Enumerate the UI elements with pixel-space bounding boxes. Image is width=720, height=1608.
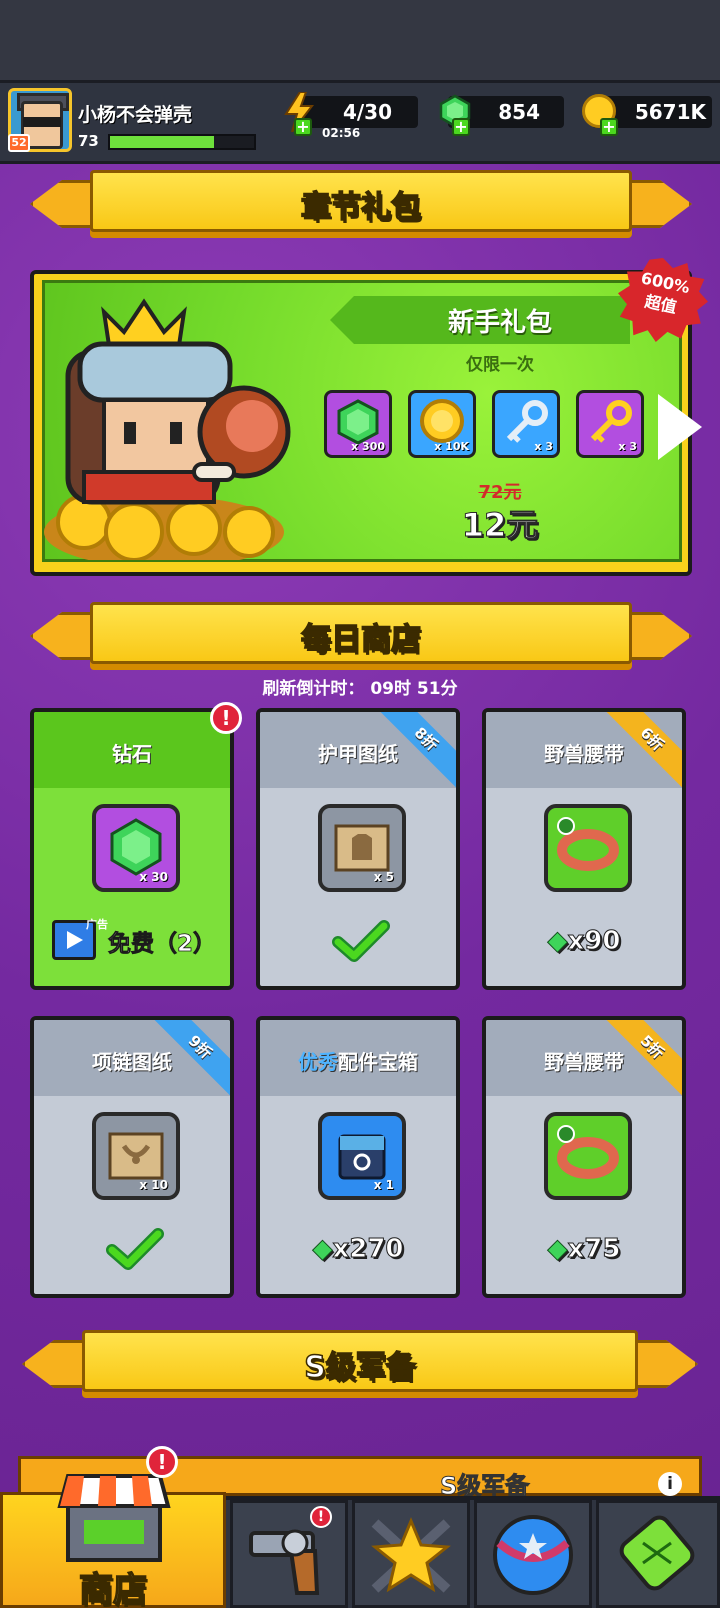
status-bar (0, 0, 720, 80)
card-price: ◆x270 (312, 1234, 404, 1265)
gift-subtitle: 仅限一次 (466, 355, 534, 375)
checkmark-icon (332, 920, 390, 962)
add-gems-button[interactable]: + (452, 118, 470, 136)
gem-value: 854 (498, 100, 540, 124)
add-coins-button[interactable]: + (600, 118, 618, 136)
hero-with-meat-illustration (44, 298, 291, 560)
card-qty: x 1 (373, 1178, 394, 1192)
beast-belt-icon (557, 1125, 619, 1179)
gift-item-count: x 3 (618, 440, 637, 453)
star-ball-icon (493, 1515, 573, 1595)
card-qty: x 10 (139, 1178, 168, 1192)
energy-timer: 02:56 (322, 126, 361, 140)
coin-value: 5671K (634, 100, 706, 124)
star-swords-icon (371, 1517, 451, 1593)
card-qty: x 30 (139, 870, 168, 884)
ad-tag: 广告 (86, 918, 108, 931)
gift-item-gem[interactable]: x 300 (324, 390, 392, 458)
shop-card-beast-belt-2[interactable]: 野兽腰带 ◆x75 5折 (482, 1016, 686, 1298)
nav-tab-events[interactable] (474, 1500, 592, 1608)
info-icon[interactable]: i (658, 1472, 682, 1496)
shop-alert-icon: ! (146, 1446, 178, 1478)
shop-card-accessory-chest[interactable]: 优秀配件宝箱 x 1 ◆x270 (256, 1016, 460, 1298)
card-item-slot: x 5 (318, 804, 406, 892)
gift-item-count: x 3 (534, 440, 553, 453)
card-item-slot: x 1 (318, 1112, 406, 1200)
card-item-slot: x 30 (92, 804, 180, 892)
gift-item-count: x 300 (351, 440, 385, 453)
gift-item-silver-key[interactable]: x 3 (492, 390, 560, 458)
checkmark-icon (106, 1228, 164, 1270)
gift-item-coin[interactable]: x 10K (408, 390, 476, 458)
beast-belt-icon (557, 817, 619, 871)
gift-item-count: x 10K (434, 440, 469, 453)
daily-shop-title: 每日商店 (300, 621, 422, 658)
card-price: ◆x75 (547, 1234, 621, 1265)
gift-title: 新手礼包 (447, 308, 552, 338)
shop-card-beast-belt[interactable]: 野兽腰带 ◆x90 6折 (482, 708, 686, 990)
nav-shop-label: 商店 (78, 1569, 148, 1608)
shop-card-armor-blueprint[interactable]: 护甲图纸 x 5 8折 (256, 708, 460, 990)
card-item-slot (544, 1112, 632, 1200)
card-name: 优秀配件宝箱 (298, 1050, 418, 1074)
gift-price-button[interactable]: 12元 (420, 500, 580, 546)
card-item-slot: x 10 (92, 1112, 180, 1200)
avatar-badge: 52 (8, 134, 30, 152)
energy-value: 4/30 (342, 100, 392, 124)
alert-icon: ! (210, 702, 242, 734)
nav-tab-battle[interactable] (352, 1500, 470, 1608)
s-gear-title: S级军备 (303, 1349, 416, 1386)
refresh-countdown: 刷新倒计时： 09时 51分 (262, 679, 458, 699)
card-price: ◆x90 (547, 926, 621, 957)
card-qty: x 5 (373, 870, 394, 884)
shop-card-necklace-blueprint[interactable]: 项链图纸 x 10 9折 (30, 1016, 234, 1298)
gift-item-gold-key[interactable]: x 3 (576, 390, 644, 458)
nav-tab-evolution[interactable] (596, 1500, 720, 1608)
card-name: 钻石 (112, 742, 152, 766)
free-claim-button[interactable]: 免费（2） (108, 924, 217, 958)
card-item-slot (544, 804, 632, 892)
player-name: 小杨不会弹壳 (78, 104, 193, 126)
s-gear-banner: S级军备 (22, 1330, 698, 1392)
weapons-alert-icon: ! (310, 1506, 332, 1528)
chapter-gift-title: 章节礼包 (300, 189, 422, 226)
shop-stall-icon (57, 1474, 171, 1562)
player-level: 73 (78, 132, 99, 150)
daily-shop-banner: 每日商店 (30, 602, 692, 664)
dna-capsule-icon (619, 1515, 695, 1591)
chapter-gift-banner: 章节礼包 (30, 170, 692, 232)
xp-bar-fill (110, 136, 214, 148)
